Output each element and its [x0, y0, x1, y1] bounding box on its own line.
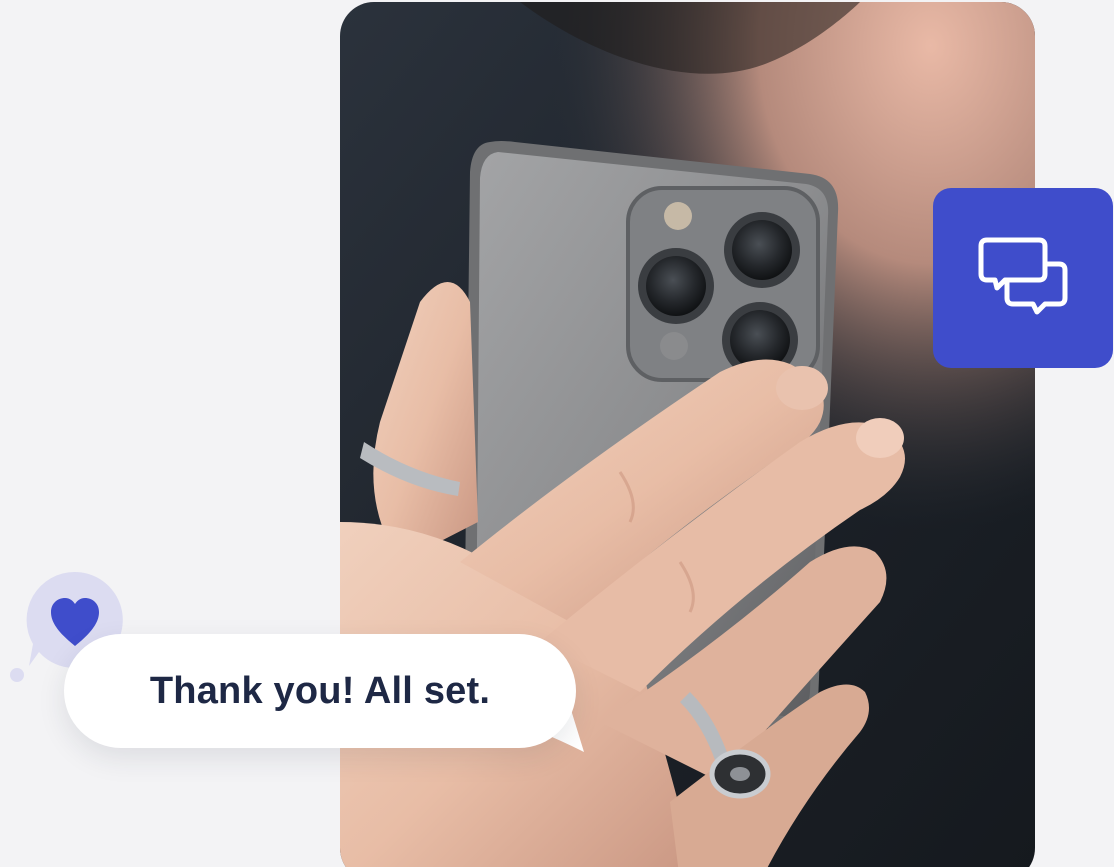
chat-badge — [933, 188, 1113, 368]
message-text: Thank you! All set. — [149, 669, 491, 712]
message-bubble: Thank you! All set. — [64, 634, 576, 748]
bubble-dot — [10, 668, 24, 682]
chat-bubbles-icon — [973, 226, 1073, 331]
hero-illustration: Thank you! All set. — [0, 0, 1114, 867]
